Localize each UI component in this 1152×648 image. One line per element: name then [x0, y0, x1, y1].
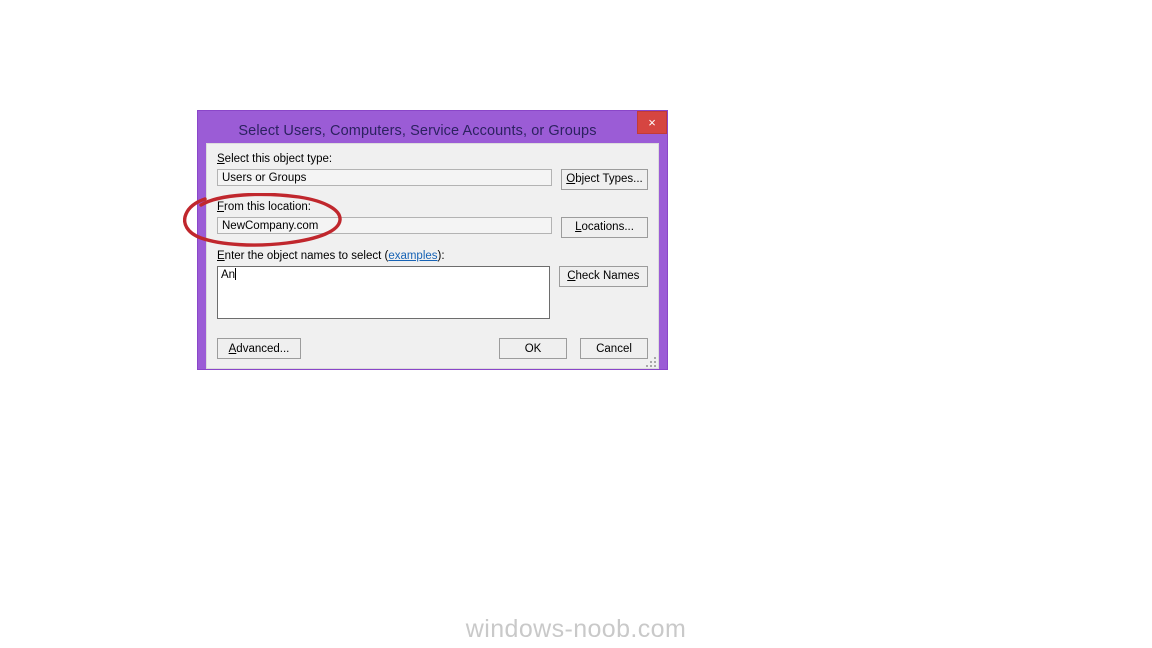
location-row: NewCompany.com Locations... — [217, 217, 648, 238]
object-names-label-text: nter the object names to select ( — [224, 250, 389, 262]
location-input[interactable]: NewCompany.com — [217, 217, 552, 234]
advanced-button-label: dvanced... — [236, 342, 290, 355]
dialog-title: Select Users, Computers, Service Account… — [238, 123, 597, 139]
object-names-label-suffix: ): — [437, 250, 445, 262]
ok-button[interactable]: OK — [499, 338, 567, 359]
location-label: From this location: — [217, 201, 648, 214]
object-names-label: Enter the object names to select (exampl… — [217, 250, 648, 263]
object-types-button-label: bject Types... — [575, 172, 643, 185]
object-type-label: Select this object type: — [217, 153, 648, 166]
advanced-button[interactable]: Advanced... — [217, 338, 301, 359]
locations-button-label: ocations... — [581, 220, 634, 233]
object-type-label-accesskey: S — [217, 153, 225, 165]
site-watermark: windows-noob.com — [465, 615, 687, 643]
dialog-button-row: Advanced... OK Cancel — [217, 338, 648, 359]
object-type-input[interactable]: Users or Groups — [217, 169, 552, 186]
advanced-button-accesskey: A — [228, 342, 237, 355]
resize-grip[interactable] — [644, 355, 656, 367]
check-names-button-accesskey: C — [567, 269, 576, 282]
object-type-row: Users or Groups Object Types... — [217, 169, 648, 190]
text-caret — [235, 268, 237, 280]
examples-link[interactable]: examples — [388, 250, 437, 262]
title-bar[interactable]: Select Users, Computers, Service Account… — [206, 111, 667, 143]
check-names-button-label: heck Names — [575, 269, 640, 282]
select-users-dialog: Select Users, Computers, Service Account… — [197, 110, 668, 370]
close-icon[interactable]: × — [637, 111, 667, 134]
location-label-text: rom this location: — [224, 201, 311, 213]
object-type-label-text: elect this object type: — [224, 153, 333, 165]
dialog-body: Select this object type: Users or Groups… — [206, 143, 659, 369]
cancel-button[interactable]: Cancel — [580, 338, 648, 359]
object-types-button[interactable]: Object Types... — [561, 169, 648, 190]
object-names-value: An — [221, 269, 236, 281]
object-types-button-accesskey: O — [566, 172, 576, 185]
object-names-input[interactable]: An — [217, 266, 550, 319]
location-label-accesskey: F — [217, 201, 225, 213]
check-names-button[interactable]: Check Names — [558, 266, 648, 287]
locations-button[interactable]: Locations... — [561, 217, 648, 238]
object-names-label-accesskey: E — [217, 250, 225, 262]
close-glyph: × — [648, 115, 656, 130]
object-names-row: An Check Names — [217, 266, 648, 319]
